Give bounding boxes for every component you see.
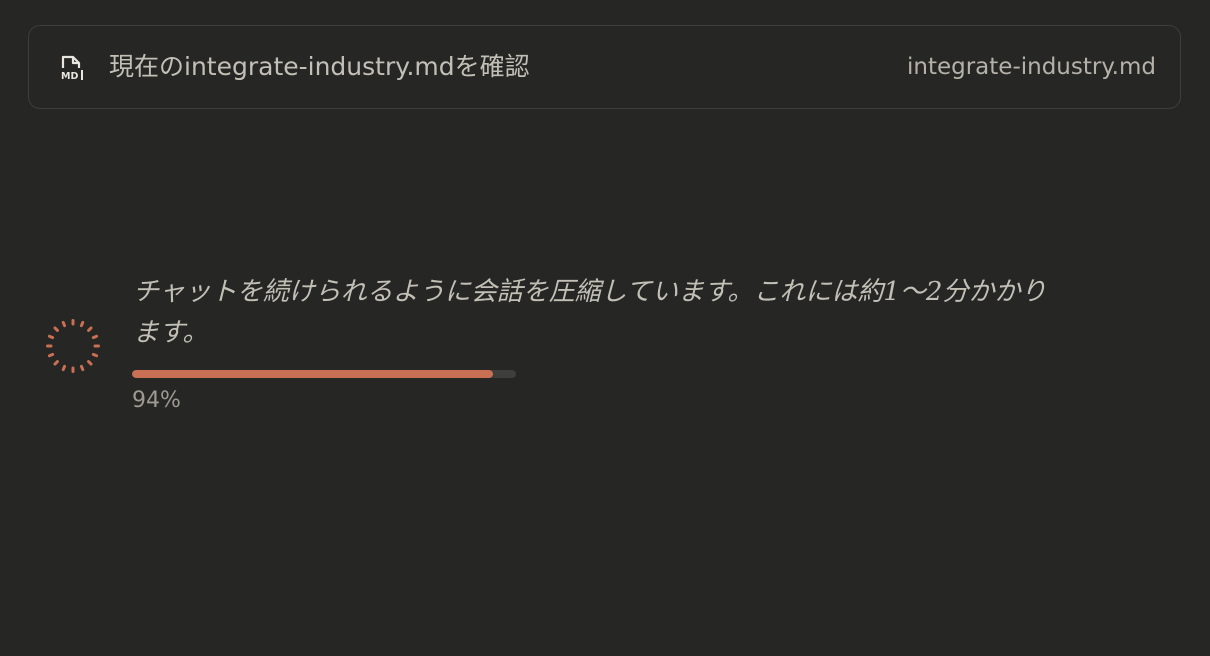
file-card-filename: integrate-industry.md (906, 54, 1156, 80)
markdown-file-icon: MD (59, 54, 87, 82)
file-card[interactable]: MD 現在のintegrate-industry.mdを確認 integrate… (28, 25, 1181, 109)
compaction-status-message: チャットを続けられるように会話を圧縮しています。これには約1〜2分かかります。 (133, 277, 1047, 348)
spinner-dot (79, 364, 85, 372)
svg-text:MD: MD (61, 71, 78, 82)
spinner-dot (53, 326, 59, 332)
progress-percentage: 94% (132, 388, 181, 413)
spinner-dot (91, 334, 99, 340)
spinner-dot (79, 320, 85, 328)
spinner-dot (47, 334, 55, 340)
spinner-dot (61, 364, 67, 372)
spinner-dot (47, 352, 55, 358)
progress-bar-fill (132, 370, 493, 378)
spinner-dot (87, 326, 93, 332)
spinner-dot (61, 320, 67, 328)
file-card-title: 現在のintegrate-industry.mdを確認 (109, 52, 530, 81)
spinner-dot (91, 352, 99, 358)
loading-spinner-icon (44, 318, 102, 376)
progress-bar (132, 370, 516, 378)
spinner-dot (53, 360, 59, 366)
spinner-dot (87, 360, 93, 366)
